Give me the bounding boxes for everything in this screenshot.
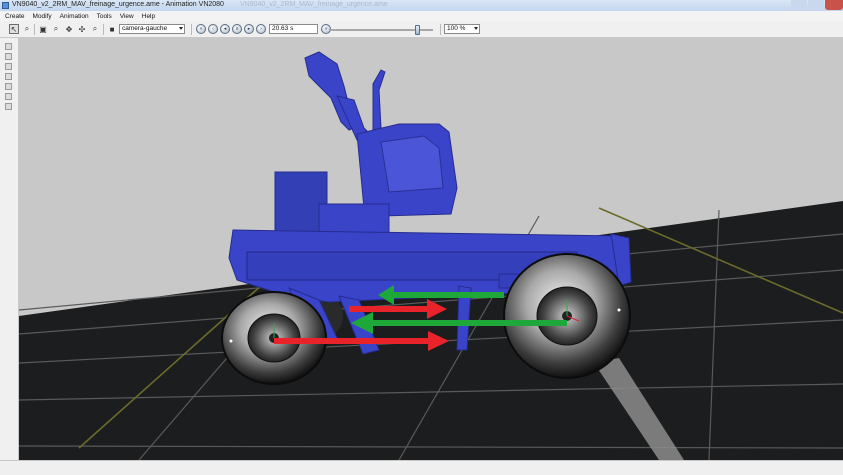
play-icon[interactable]: ▸ [244, 24, 254, 34]
view-right-icon[interactable] [5, 73, 12, 80]
zoom-region-icon[interactable]: ⌕ [22, 24, 32, 34]
camera-select-value: camera-gauche [122, 25, 168, 32]
maximize-button[interactable] [808, 0, 824, 10]
toolbar-separator [440, 24, 441, 35]
chevron-down-icon [179, 27, 183, 30]
wheel-marker [617, 308, 621, 312]
3d-viewport[interactable] [19, 38, 843, 460]
view-top-icon[interactable] [5, 83, 12, 90]
title-bar: VN9040_v2_2RM_MAV_freinage_urgence.ame -… [0, 0, 843, 11]
window-title: VN9040_v2_2RM_MAV_freinage_urgence.ame -… [12, 1, 224, 8]
menu-help[interactable]: Help [142, 13, 155, 20]
pan-icon[interactable]: ✥ [64, 24, 74, 34]
select-icon[interactable]: ↖ [9, 24, 19, 34]
magnify-icon[interactable]: ⌕ [51, 24, 61, 34]
view-front-icon[interactable] [5, 43, 12, 50]
menu-animation[interactable]: Animation [60, 13, 89, 20]
camera-icon[interactable]: ■ [107, 24, 117, 34]
toolbar: ↖ ⌕ ▣ ⌕ ✥ ✣ ⌕ ■ camera-gauche « ‹ ◂ ॥ ▸ … [0, 21, 843, 38]
step-forward-icon[interactable]: › [256, 24, 266, 34]
status-bar [0, 460, 843, 475]
play-backward-icon[interactable]: ◂ [220, 24, 230, 34]
first-frame-icon[interactable]: « [196, 24, 206, 34]
view-side-panel [0, 38, 19, 474]
pause-icon[interactable]: ॥ [232, 24, 242, 34]
fit-view-icon[interactable]: ▣ [38, 24, 48, 34]
app-icon [2, 2, 9, 9]
zoom-select[interactable]: 100 % [444, 24, 480, 34]
view-back-icon[interactable] [5, 53, 12, 60]
menu-bar: Create Modify Animation Tools View Help [0, 11, 843, 21]
camera-select[interactable]: camera-gauche [119, 24, 185, 34]
view-left-icon[interactable] [5, 63, 12, 70]
menu-create[interactable]: Create [5, 13, 25, 20]
minimize-button[interactable] [791, 0, 807, 10]
step-back-icon[interactable]: ‹ [208, 24, 218, 34]
time-field[interactable]: 20.63 s [269, 24, 318, 34]
wheel-marker [229, 339, 233, 343]
ghost-window-title: VN9040_v2_2RM_MAV_freinage_urgence.ame [240, 1, 388, 8]
zoom-icon[interactable]: ⌕ [90, 24, 100, 34]
close-button[interactable] [825, 0, 843, 10]
menu-modify[interactable]: Modify [33, 13, 52, 20]
zoom-select-value: 100 % [447, 25, 466, 32]
timeline-slider-thumb[interactable] [415, 25, 421, 35]
menu-tools[interactable]: Tools [97, 13, 112, 20]
chevron-down-icon [474, 27, 478, 30]
view-iso-icon[interactable] [5, 103, 12, 110]
toolbar-separator [34, 24, 35, 35]
menu-view[interactable]: View [120, 13, 134, 20]
time-value: 20.63 s [272, 25, 294, 32]
toolbar-separator [103, 24, 104, 35]
toolbar-separator [191, 24, 192, 35]
view-bottom-icon[interactable] [5, 93, 12, 100]
rotate-icon[interactable]: ✣ [77, 24, 87, 34]
